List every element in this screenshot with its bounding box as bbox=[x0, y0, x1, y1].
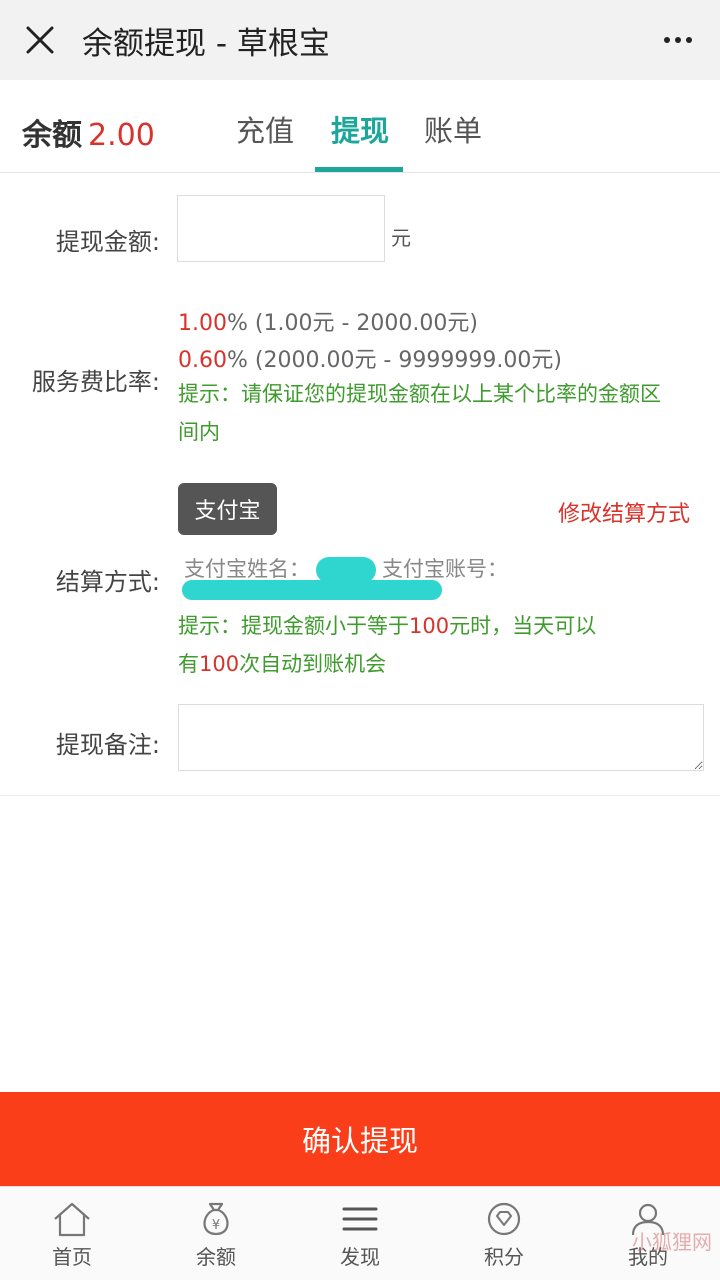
nav-home-label: 首页 bbox=[52, 1245, 92, 1269]
points-icon bbox=[487, 1202, 521, 1236]
balance-value: 2.00 bbox=[88, 118, 155, 153]
settlement-hint-text: 有 bbox=[178, 652, 199, 676]
remark-input[interactable] bbox=[178, 704, 704, 771]
tabs-bar: 余额 2.00 充值 提现 账单 bbox=[0, 80, 720, 173]
fee-rate-1-range: % (1.00元 - 2000.00元) bbox=[226, 311, 478, 336]
nav-discover-label: 发现 bbox=[340, 1245, 380, 1269]
form-divider bbox=[0, 795, 720, 796]
close-icon bbox=[26, 26, 54, 54]
alipay-account-info: 支付宝姓名： 支付宝账号： bbox=[184, 553, 508, 583]
amount-label: 提现金额: bbox=[55, 228, 160, 256]
alipay-account-masked bbox=[182, 580, 442, 600]
title-bar: 余额提现 - 草根宝 bbox=[0, 0, 720, 80]
fee-rate-2: 0.60% (2000.00元 - 9999999.00元) bbox=[178, 342, 562, 374]
more-icon-dot bbox=[686, 37, 692, 43]
menu-icon bbox=[342, 1207, 378, 1231]
balance-label: 余额 bbox=[22, 118, 82, 153]
settlement-hint-count: 100 bbox=[199, 652, 240, 676]
nav-home[interactable]: 首页 bbox=[0, 1187, 144, 1280]
more-icon-dot bbox=[675, 37, 681, 43]
settlement-label: 结算方式: bbox=[55, 568, 160, 596]
balance-display: 余额 2.00 bbox=[22, 110, 155, 154]
tab-recharge[interactable]: 充值 bbox=[236, 108, 294, 150]
fee-label: 服务费比率: bbox=[31, 368, 160, 396]
nav-points[interactable]: 积分 bbox=[432, 1187, 576, 1280]
active-tab-indicator bbox=[315, 167, 403, 172]
fee-hint-line2: 间内 bbox=[178, 420, 220, 444]
svg-text:¥: ¥ bbox=[212, 1218, 220, 1233]
nav-balance[interactable]: ¥ 余额 bbox=[144, 1187, 288, 1280]
settlement-hint: 提示：提现金额小于等于100元时，当天可以 有100次自动到账机会 bbox=[178, 607, 596, 683]
remark-label: 提现备注: bbox=[55, 731, 160, 759]
fee-rate-2-pct: 0.60 bbox=[178, 348, 227, 373]
bottom-nav: 首页 ¥ 余额 发现 积分 我的 bbox=[0, 1186, 720, 1280]
nav-discover[interactable]: 发现 bbox=[288, 1187, 432, 1280]
alipay-button[interactable]: 支付宝 bbox=[178, 483, 277, 535]
change-settlement-link[interactable]: 修改结算方式 bbox=[558, 496, 690, 528]
confirm-withdraw-button[interactable]: 确认提现 bbox=[0, 1092, 720, 1186]
amount-unit: 元 bbox=[391, 226, 411, 250]
close-button[interactable] bbox=[0, 0, 80, 80]
watermark: 小狐狸网 bbox=[632, 1230, 712, 1254]
fee-rate-1: 1.00% (1.00元 - 2000.00元) bbox=[178, 305, 478, 337]
home-icon bbox=[54, 1202, 90, 1237]
settlement-hint-line1: 提示：提现金额小于等于100元时，当天可以 bbox=[178, 607, 596, 645]
tab-bill[interactable]: 账单 bbox=[424, 108, 482, 150]
fee-hint: 提示：请保证您的提现金额在以上某个比率的金额区 间内 bbox=[178, 375, 661, 451]
nav-balance-label: 余额 bbox=[196, 1245, 236, 1269]
more-icon bbox=[664, 37, 670, 43]
nav-points-label: 积分 bbox=[484, 1245, 524, 1269]
alipay-name-label: 支付宝姓名： bbox=[184, 557, 310, 581]
fee-hint-line1: 提示：请保证您的提现金额在以上某个比率的金额区 bbox=[178, 382, 661, 406]
window-title: 余额提现 - 草根宝 bbox=[82, 25, 330, 62]
settlement-hint-text: 提示：提现金额小于等于 bbox=[178, 614, 409, 638]
fee-rate-2-range: % (2000.00元 - 9999999.00元) bbox=[226, 348, 562, 373]
settlement-hint-line2: 有100次自动到账机会 bbox=[178, 645, 596, 683]
settlement-hint-amount: 100 bbox=[409, 614, 450, 638]
amount-input[interactable] bbox=[177, 195, 385, 262]
more-button[interactable] bbox=[656, 18, 700, 62]
settlement-hint-text: 元时，当天可以 bbox=[449, 614, 597, 638]
alipay-account-label: 支付宝账号： bbox=[382, 557, 508, 581]
fee-rate-1-pct: 1.00 bbox=[178, 311, 227, 336]
settlement-hint-text: 次自动到账机会 bbox=[239, 652, 387, 676]
tab-withdraw[interactable]: 提现 bbox=[331, 108, 389, 150]
money-bag-icon: ¥ bbox=[203, 1202, 229, 1236]
